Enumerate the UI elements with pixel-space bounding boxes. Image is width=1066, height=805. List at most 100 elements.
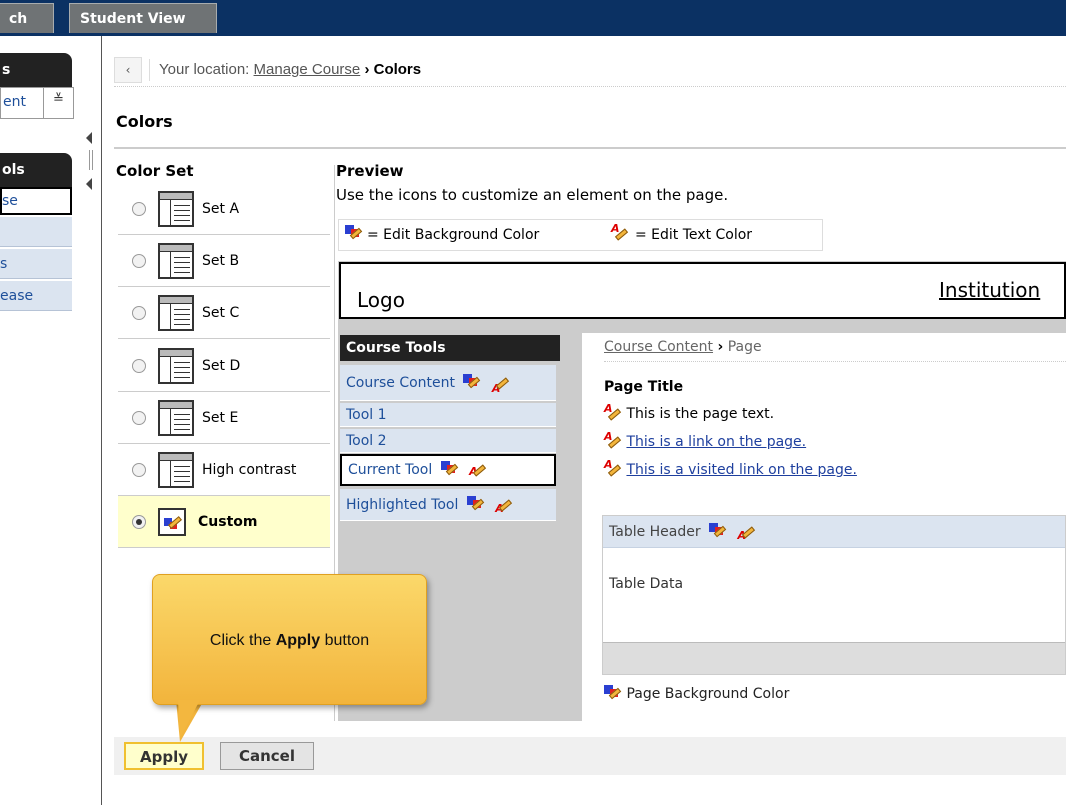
color-set-label: Set D [202,357,241,374]
radio-button[interactable] [132,201,146,216]
preview-breadcrumb-separator: › [717,339,724,355]
cancel-button[interactable]: Cancel [220,742,314,770]
color-set-option[interactable]: Set C [118,287,330,339]
color-set-option[interactable]: Custom [118,496,330,548]
preview-description: Use the icons to customize an element on… [336,186,729,204]
preview-page-text-row: A This is the page text. [604,402,775,423]
back-button[interactable]: ‹ [114,57,142,83]
radio-button[interactable] [132,253,146,268]
color-set-option[interactable]: Set D [118,340,330,392]
preview-breadcrumb: Course Content › Page [604,339,1066,362]
divider [114,147,1066,149]
radio-button[interactable] [132,358,146,373]
preview-visited-link-row: A This is a visited link on the page. [604,458,857,479]
breadcrumb: ‹ Your location: Manage Course › Colors [114,55,1066,87]
color-set-label: Custom [198,513,258,530]
preview-table-data: Table Data [609,576,684,592]
double-chevron-down-icon[interactable]: ≚ [53,92,64,107]
preview-tool-label: Course Content [346,375,456,391]
preview-current-tool: Current Tool A [340,454,556,486]
preview-tool-1: Tool 1 [340,403,556,427]
left-panel-item-current[interactable]: se [0,187,72,215]
preview-course-tools-title: Course Tools [340,335,560,361]
preview-table: Table Header A Table Data [602,515,1066,675]
edit-background-color-icon[interactable] [440,461,459,479]
preview-heading: Preview [336,162,404,180]
color-set-option[interactable]: High contrast [118,444,330,496]
edit-text-color-icon[interactable]: A [604,458,622,479]
edit-text-color-icon: A [611,222,629,243]
layout-preview-icon [158,451,194,488]
left-panel-item[interactable]: s [0,249,72,279]
color-set-option[interactable]: Set A [118,183,330,235]
preview-header: Logo Institution [339,262,1066,319]
top-navigation-bar: ch Student View [0,0,1066,36]
tab-truncated[interactable]: ch [0,3,54,33]
left-panel-select[interactable]: ent ≚ [0,87,74,119]
color-set-option[interactable]: Set B [118,235,330,287]
left-panel-item-blank[interactable] [0,217,72,247]
preview-table-header-label: Table Header [609,524,701,540]
color-set-label: Set E [202,409,239,426]
left-panel-title-1: s [0,53,72,87]
edit-background-color-icon[interactable] [709,523,727,541]
color-set-heading: Color Set [116,162,194,180]
preview-table-header: Table Header A [603,516,1065,548]
edit-text-color-icon[interactable]: A [492,374,510,395]
callout-text-bold: Apply [275,632,321,649]
layout-preview-icon [158,190,194,227]
edit-text-color-icon[interactable]: A [604,430,622,451]
preview-page-background-row: Page Background Color [604,685,789,703]
preview-visited-link: This is a visited link on the page. [626,462,857,478]
edit-background-color-icon [345,225,363,243]
color-set-label: High contrast [202,461,297,478]
tutorial-callout: Click the Apply button [152,574,427,705]
layout-preview-icon [158,294,194,331]
color-set-label: Set B [202,252,240,269]
breadcrumb-current: Colors [373,61,422,78]
page-title: Colors [116,112,173,131]
breadcrumb-link-manage-course[interactable]: Manage Course [254,61,361,78]
preview-page-text: This is the page text. [626,406,775,422]
breadcrumb-separator: › [364,61,370,78]
action-bar: Apply Cancel [114,737,1066,775]
breadcrumb-text: Your location: Manage Course › Colors [159,61,421,78]
color-set-label: Set A [202,200,240,217]
preview-highlighted-tool: Highlighted Tool A [340,489,556,521]
color-set-option[interactable]: Set E [118,392,330,444]
preview-table-footer [603,642,1065,674]
edit-background-color-icon[interactable] [466,496,485,514]
edit-text-color-icon[interactable]: A [495,496,513,515]
chevron-left-icon: ‹ [125,63,131,77]
edit-background-color-icon[interactable] [463,374,481,392]
preview-content: Course Content › Page Page Title A This … [582,333,1066,721]
collapse-arrow-icon [86,178,92,190]
preview-tool-2: Tool 2 [340,429,556,453]
preview-area: Logo Institution Course Tools Course Con… [338,261,1066,721]
apply-button[interactable]: Apply [124,742,204,770]
radio-button[interactable] [132,410,146,425]
preview-page-title: Page Title [604,379,684,395]
preview-breadcrumb-link: Course Content [604,339,714,355]
left-panel-select-value: ent [3,94,26,110]
radio-button[interactable] [132,462,146,477]
layout-preview-icon [158,399,194,436]
preview-page-background-label: Page Background Color [626,686,790,702]
radio-button[interactable] [132,305,146,320]
tab-student-view[interactable]: Student View [69,3,217,33]
custom-palette-icon [158,507,186,536]
preview-link-row: A This is a link on the page. [604,430,806,451]
left-panel-title-2: ols [0,153,72,187]
breadcrumb-prefix: Your location: [159,61,250,78]
edit-background-color-icon[interactable] [604,685,622,703]
color-set-label: Set C [202,304,240,321]
preview-institution-link[interactable]: Institution [939,278,1040,302]
edit-text-color-icon[interactable]: A [738,523,756,542]
edit-text-color-icon[interactable]: A [469,461,487,479]
radio-button[interactable] [132,514,146,529]
grip-icon [89,150,93,170]
preview-tool-label: Highlighted Tool [346,497,459,513]
collapse-panel-handle[interactable] [86,132,98,192]
left-panel-item[interactable]: ease [0,281,72,311]
edit-text-color-icon[interactable]: A [604,402,622,423]
